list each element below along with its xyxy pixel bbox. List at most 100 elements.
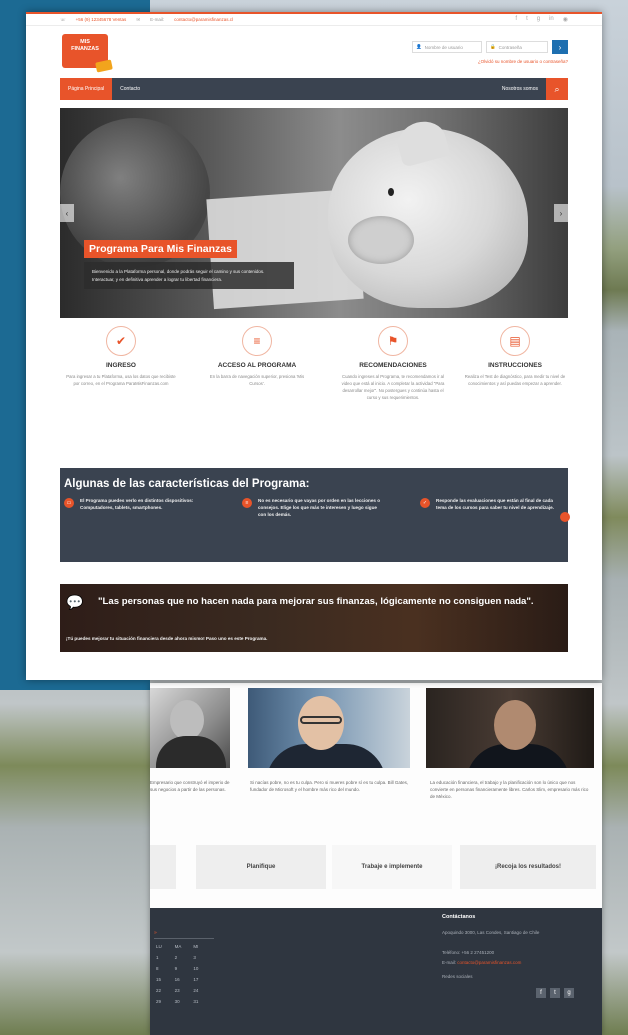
twitter-icon[interactable]: t — [526, 16, 528, 23]
check-icon: ✓ — [420, 498, 430, 508]
calendar-cell: MI — [193, 944, 199, 949]
feature-ingreso: ✔ INGRESO Para ingresar a tu Plataforma,… — [66, 326, 176, 387]
calendar-cell[interactable]: 30 — [175, 999, 194, 1004]
site-logo[interactable]: MIS FINANZAS — [62, 34, 108, 68]
quote-text: "Las personas que no hacen nada para mej… — [98, 596, 534, 607]
calendar-cell[interactable]: 15 — [156, 977, 175, 982]
feature-recomendaciones: ⚑ RECOMENDACIONES Cuando ingreses al Pro… — [338, 326, 448, 401]
top-contacts: ☏ +56 (9) 12345678 Ventas ✉ E-mail: cont… — [60, 17, 233, 23]
calendar-cell: MA — [174, 944, 182, 949]
calendar-cell[interactable]: 3 — [193, 955, 212, 960]
step-plan[interactable]: Planifique — [196, 845, 326, 889]
piggy-bank-image — [328, 116, 528, 308]
username-field[interactable]: 👤 Nombre de usuario — [412, 41, 482, 53]
calendar-cell[interactable]: 23 — [175, 988, 194, 993]
calendar-cell[interactable]: 9 — [175, 966, 194, 971]
glasses — [300, 716, 342, 724]
password-placeholder: Contraseña — [498, 44, 522, 50]
search-icon[interactable]: ⌕ — [546, 78, 568, 100]
feature-instrucciones: ▤ INSTRUCCIONES Realiza el Test de diagn… — [460, 326, 570, 387]
testimonial-photo-3 — [426, 688, 594, 768]
step-work[interactable]: Trabaje e implemente — [332, 845, 452, 889]
calendar-cell[interactable]: 10 — [193, 966, 212, 971]
slider-next-button[interactable]: › — [554, 204, 568, 222]
calendar-cell[interactable]: 1 — [156, 955, 175, 960]
person-head — [170, 700, 204, 740]
facebook-icon[interactable]: f — [536, 988, 546, 998]
characteristic-item: ✓ Responde las evaluaciones que están al… — [420, 498, 560, 512]
pig-ear — [393, 116, 451, 168]
characteristic-item: ▭ El Programa puedes verlo en distintos … — [64, 498, 204, 512]
calendar-cell[interactable]: 2 — [175, 955, 194, 960]
contact-email: E-mail: contacto@paramisfinanzas.com — [442, 960, 592, 965]
google-plus-icon[interactable]: g — [564, 988, 574, 998]
features-section: ✔ INGRESO Para ingresar a tu Plataforma,… — [60, 318, 568, 468]
feature-title: RECOMENDACIONES — [359, 362, 427, 369]
calendar-label: » — [154, 930, 157, 936]
person-body — [156, 736, 226, 768]
contact-phone: Teléfono: +56 2 27451200 — [442, 950, 495, 955]
phone-icon: ☏ — [60, 16, 66, 22]
testimonial-text-1: Empresario que construyó el imperio de s… — [150, 780, 230, 792]
pig-eye — [388, 188, 394, 196]
step-results[interactable]: ¡Recoja los resultados! — [460, 845, 596, 889]
linkedin-icon[interactable]: in — [549, 16, 554, 23]
feature-text: Cuando ingreses al Programa, te recomend… — [341, 374, 445, 400]
characteristics-title: Algunas de las características del Progr… — [64, 478, 310, 490]
mail-icon: ✉ — [136, 16, 141, 22]
scroll-top-icon[interactable] — [560, 512, 570, 522]
testimonial-text-2: Si nacías pobre, no es tu culpa. Pero si… — [250, 780, 409, 792]
social-label: Redes sociales — [442, 974, 473, 979]
nav-item-home[interactable]: Página Principal — [60, 78, 113, 100]
main-page-screenshot: ☏ +56 (9) 12345678 Ventas ✉ E-mail: cont… — [26, 12, 602, 680]
facebook-icon[interactable]: f — [515, 16, 517, 23]
calendar-cell[interactable]: 17 — [193, 977, 212, 982]
list-icon: ≡ — [242, 498, 252, 508]
calendar-cell[interactable]: 24 — [193, 988, 212, 993]
characteristic-text: El Programa puedes verlo en distintos di… — [80, 498, 194, 510]
flag-icon: ⚑ — [378, 326, 408, 356]
calendar-cell[interactable]: 29 — [156, 999, 175, 1004]
testimonial-photo-1 — [150, 688, 230, 768]
lower-page-section: Empresario que construyó el imperio de s… — [150, 683, 602, 1035]
google-plus-icon[interactable]: g — [537, 16, 540, 23]
person-head — [494, 700, 536, 750]
top-email[interactable]: contacto@paramisfinanzas.cl — [174, 17, 233, 23]
quote-section: 💬 "Las personas que no hacen nada para m… — [60, 584, 568, 652]
nav-item-about[interactable]: Nosotros somos — [494, 78, 546, 100]
characteristic-item: ≡ No es necesario que vayas por orden en… — [242, 498, 382, 518]
password-field[interactable]: 🔒 Contraseña — [486, 41, 548, 53]
characteristic-text: No es necesario que vayas por orden en l… — [258, 498, 381, 517]
contact-address: Apoquindo 3000, Las Condes, Santiago de … — [442, 930, 540, 935]
quote-bubble-icon: 💬 — [66, 594, 84, 610]
calendar-cell[interactable]: 8 — [156, 966, 175, 971]
forgot-password-link[interactable]: ¿Olvidó su nombre de usuario o contraseñ… — [478, 59, 568, 64]
testimonial-text-3: La educación financiera, el trabajo y la… — [430, 780, 589, 799]
top-bar: ☏ +56 (9) 12345678 Ventas ✉ E-mail: cont… — [26, 12, 602, 26]
feature-title: INGRESO — [106, 362, 136, 369]
devices-icon: ▭ — [64, 498, 74, 508]
pig-snout — [348, 216, 414, 264]
feature-acceso: ≡ ACCESO AL PROGRAMA En la barra de nave… — [202, 326, 312, 387]
calendar-cell: LU — [156, 944, 162, 949]
nav-item-contact[interactable]: Contacto — [112, 78, 148, 100]
nav-right: Nosotros somos ⌕ — [494, 78, 568, 100]
rss-icon[interactable]: ◉ — [563, 16, 568, 23]
characteristics-section: Algunas de las características del Progr… — [60, 468, 570, 562]
top-phone[interactable]: +56 (9) 12345678 Ventas — [76, 17, 127, 23]
footer: » LU MA MI 1 2 3 8 9 10 15 16 17 22 23 2… — [150, 908, 602, 1035]
calendar-cell[interactable]: 31 — [193, 999, 212, 1004]
site-header: MIS FINANZAS 👤 Nombre de usuario 🔒 Contr… — [26, 26, 602, 78]
characteristic-text: Responde las evaluaciones que están al f… — [436, 498, 554, 510]
top-email-label: E-mail: — [150, 16, 165, 22]
hero-title: Programa Para Mis Finanzas — [84, 240, 237, 258]
twitter-icon[interactable]: t — [550, 988, 560, 998]
hero-slider: ‹ › Programa Para Mis Finanzas Bienvenid… — [60, 108, 568, 318]
calendar-cell[interactable]: 16 — [175, 977, 194, 982]
slider-prev-button[interactable]: ‹ — [60, 204, 74, 222]
contact-email-link[interactable]: contacto@paramisfinanzas.com — [457, 960, 521, 965]
login-form: 👤 Nombre de usuario 🔒 Contraseña › — [412, 40, 568, 54]
calendar-cell[interactable]: 22 — [156, 988, 175, 993]
login-button[interactable]: › — [552, 40, 568, 54]
top-socials: f t g in ◉ — [515, 16, 568, 23]
